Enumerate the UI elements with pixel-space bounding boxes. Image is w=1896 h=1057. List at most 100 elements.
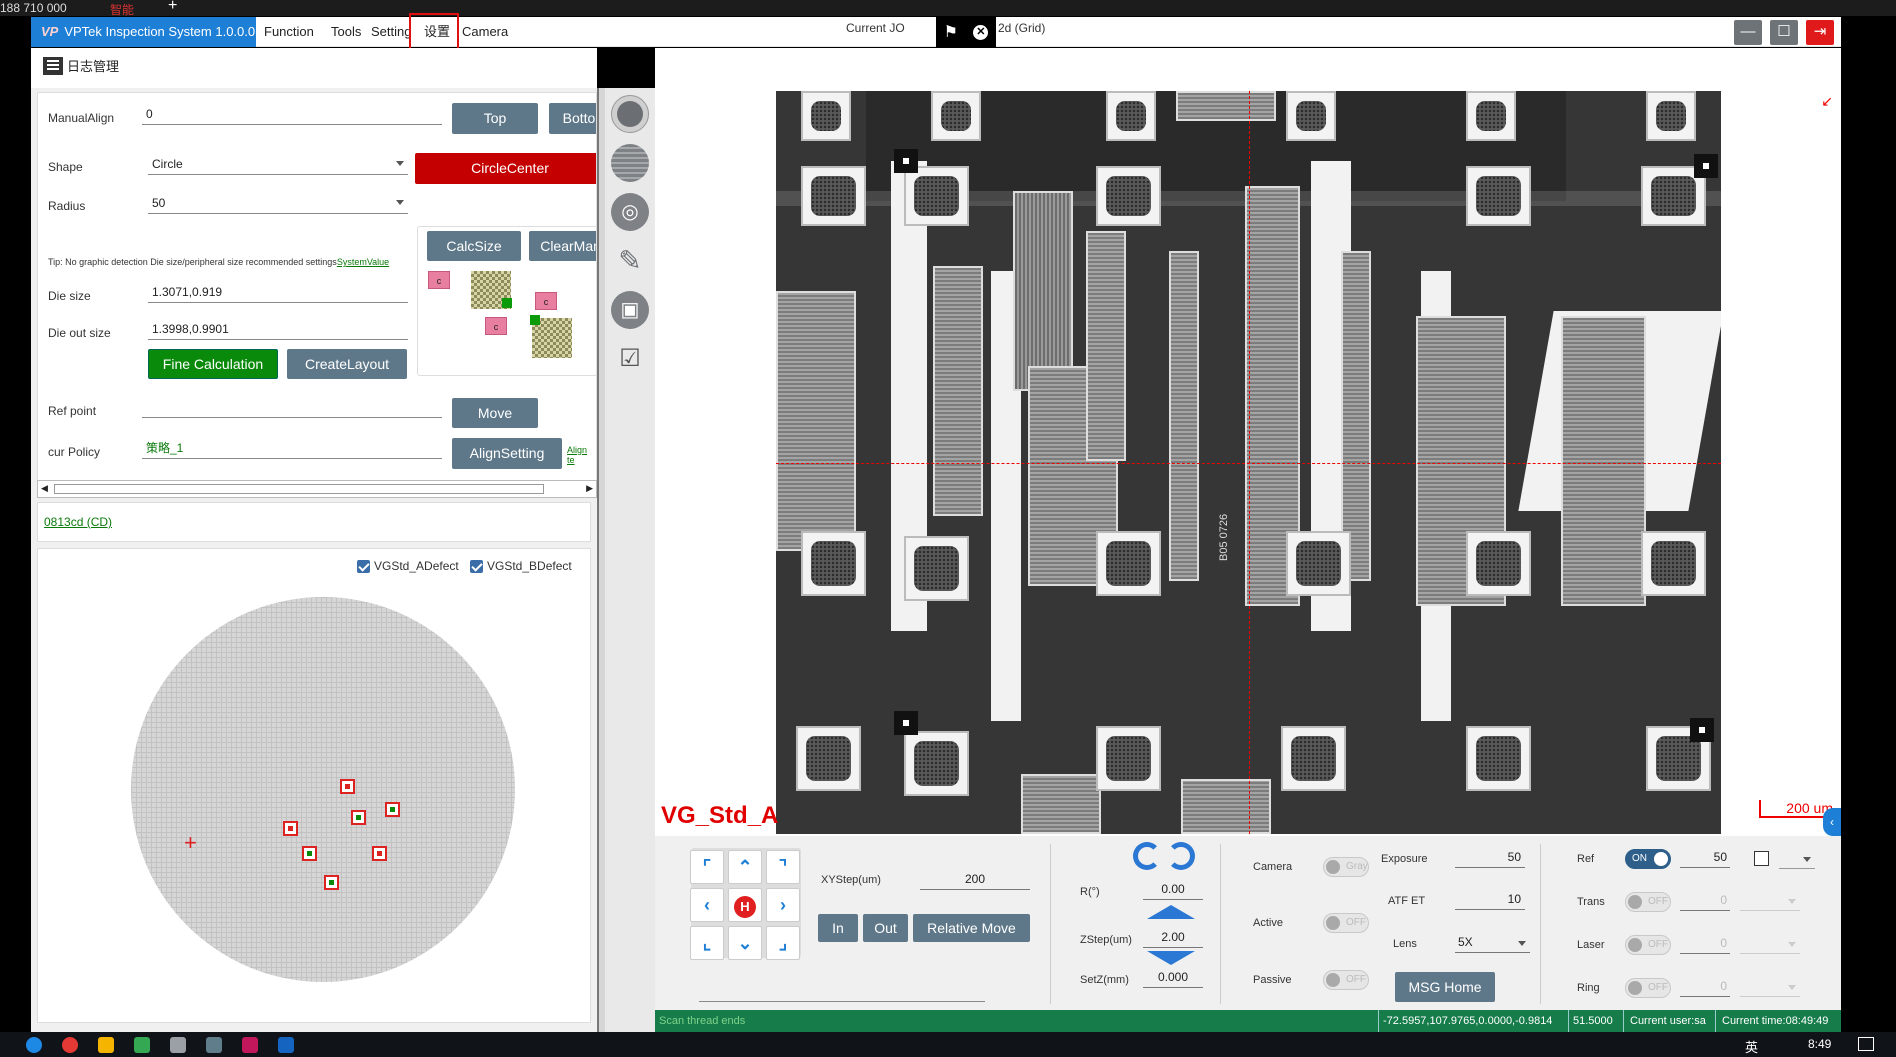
menu-tools[interactable]: Tools	[331, 17, 361, 47]
wafer-map[interactable]	[131, 597, 515, 982]
die-out-input[interactable]: 1.3998,0.9901	[148, 320, 408, 340]
rotate-cw-icon[interactable]	[1167, 842, 1195, 870]
move-button[interactable]: Move	[452, 398, 538, 428]
shape-select[interactable]: Circle	[148, 155, 408, 175]
fine-calculation-button[interactable]: Fine Calculation	[148, 349, 278, 379]
system-value-link[interactable]: SystemValue	[337, 257, 389, 267]
atf-input[interactable]: 10	[1455, 892, 1525, 910]
z-up-icon[interactable]	[1147, 905, 1195, 919]
relative-move-button[interactable]: Relative Move	[913, 914, 1030, 942]
globe-list-icon[interactable]: ◎	[611, 193, 649, 231]
align-template-link[interactable]: Align te	[567, 445, 596, 465]
scroll-left-icon[interactable]: ◀	[41, 483, 48, 494]
laser-select[interactable]	[1740, 936, 1800, 954]
top-strip-tab[interactable]: 智能	[110, 1, 134, 18]
folder-icon[interactable]	[98, 1037, 114, 1053]
defect-marker[interactable]	[372, 846, 387, 861]
circle-center-button[interactable]: CircleCenter	[415, 153, 596, 184]
log-management-button[interactable]: 日志管理	[43, 56, 119, 75]
r-input[interactable]: 0.00	[1143, 882, 1203, 900]
move-left-icon[interactable]: ‹	[690, 888, 724, 922]
z-down-icon[interactable]	[1147, 951, 1195, 965]
laser-light-input[interactable]: 0	[1680, 936, 1730, 954]
checkbox-icon[interactable]	[470, 559, 483, 573]
new-tab-icon[interactable]: +	[168, 0, 177, 15]
job-link[interactable]: 0813cd (CD)	[44, 515, 112, 529]
checkbox-icon[interactable]	[357, 559, 370, 573]
app-icon-2[interactable]	[242, 1037, 258, 1053]
grid-icon[interactable]	[611, 144, 649, 182]
ref-light-toggle[interactable]: ON	[1625, 849, 1671, 869]
exit-button[interactable]: ⇥	[1806, 20, 1834, 45]
menu-camera[interactable]: Camera	[462, 17, 508, 47]
ref-point-input[interactable]	[142, 398, 442, 418]
scroll-thumb[interactable]	[54, 484, 544, 494]
bottom-button[interactable]: Botto	[549, 103, 596, 134]
camera-gray-toggle[interactable]: Gray	[1323, 857, 1369, 877]
ring-light-input[interactable]: 0	[1680, 979, 1730, 997]
scroll-right-icon[interactable]: ▶	[586, 483, 593, 494]
collapse-icon[interactable]: ↙	[1821, 93, 1833, 110]
minimize-button[interactable]: —	[1734, 20, 1762, 45]
chrome-icon[interactable]	[62, 1037, 78, 1053]
move-down-right-icon[interactable]: ⌟	[766, 926, 800, 960]
ref-select[interactable]	[1779, 851, 1815, 869]
move-up-left-icon[interactable]: ⌜	[690, 850, 724, 884]
ref-light-input[interactable]: 50	[1680, 850, 1730, 868]
die-size-input[interactable]: 1.3071,0.919	[148, 283, 408, 303]
word-icon[interactable]	[278, 1037, 294, 1053]
move-down-left-icon[interactable]: ⌞	[690, 926, 724, 960]
defect-marker[interactable]	[351, 810, 366, 825]
checklist-icon[interactable]: ☑	[611, 340, 649, 378]
pin-icon[interactable]: ⚑	[944, 22, 958, 42]
top-button[interactable]: Top	[452, 103, 538, 134]
play-icon[interactable]	[134, 1037, 150, 1053]
notification-icon[interactable]	[1858, 1037, 1874, 1051]
setz-input[interactable]: 0.000	[1143, 970, 1203, 988]
menu-setting[interactable]: Setting	[371, 17, 411, 47]
maximize-button[interactable]: ☐	[1770, 20, 1798, 45]
trans-light-input[interactable]: 0	[1680, 893, 1730, 911]
trans-light-toggle[interactable]: OFF	[1625, 892, 1671, 912]
ring-light-toggle[interactable]: OFF	[1625, 978, 1671, 998]
defect-marker[interactable]	[283, 821, 298, 836]
menu-function[interactable]: Function	[264, 17, 314, 47]
ref-color-box[interactable]	[1754, 851, 1769, 866]
move-right-icon[interactable]: ›	[766, 888, 800, 922]
create-layout-button[interactable]: CreateLayout	[287, 349, 407, 379]
edge-icon[interactable]	[26, 1037, 42, 1053]
laser-light-toggle[interactable]: OFF	[1625, 935, 1671, 955]
ime-indicator[interactable]: 英	[1745, 1037, 1758, 1056]
move-up-icon[interactable]: ⌃	[728, 850, 762, 884]
app-icon[interactable]	[206, 1037, 222, 1053]
ruler-icon[interactable]: ✎	[611, 242, 649, 280]
defect-marker[interactable]	[340, 779, 355, 794]
close-overlay-icon[interactable]: ✕	[973, 24, 989, 40]
in-button[interactable]: In	[818, 914, 858, 942]
defect-marker[interactable]	[302, 846, 317, 861]
lens-select[interactable]: 5X	[1455, 935, 1530, 953]
camera-icon[interactable]	[611, 95, 649, 133]
msg-home-button[interactable]: MSG Home	[1395, 972, 1495, 1002]
move-up-right-icon[interactable]: ⌝	[766, 850, 800, 884]
exposure-input[interactable]: 50	[1455, 850, 1525, 868]
calc-size-button[interactable]: CalcSize	[427, 231, 521, 261]
inspection-image[interactable]: B05 0726	[776, 91, 1721, 834]
clock[interactable]: 8:49	[1808, 1037, 1831, 1051]
clear-mark-button[interactable]: ClearMar	[529, 231, 596, 261]
side-panel-toggle[interactable]: ‹	[1823, 808, 1841, 836]
home-icon[interactable]: H	[728, 888, 762, 922]
xystep-input[interactable]: 200	[920, 872, 1030, 890]
zstep-input[interactable]: 2.00	[1143, 930, 1203, 948]
align-setting-button[interactable]: AlignSetting	[452, 438, 562, 469]
radius-select[interactable]: 50	[148, 194, 408, 214]
manual-align-input[interactable]: 0	[142, 105, 442, 125]
calendar-icon[interactable]	[170, 1037, 186, 1053]
ring-select[interactable]	[1740, 979, 1800, 997]
passive-toggle[interactable]: OFF	[1323, 970, 1369, 990]
policy-input[interactable]: 策略_1	[142, 439, 442, 459]
defect-marker[interactable]	[385, 802, 400, 817]
check-b-defect[interactable]: VGStd_BDefect	[470, 559, 572, 573]
move-down-icon[interactable]: ⌄	[728, 926, 762, 960]
image-icon[interactable]: ▣	[611, 291, 649, 329]
